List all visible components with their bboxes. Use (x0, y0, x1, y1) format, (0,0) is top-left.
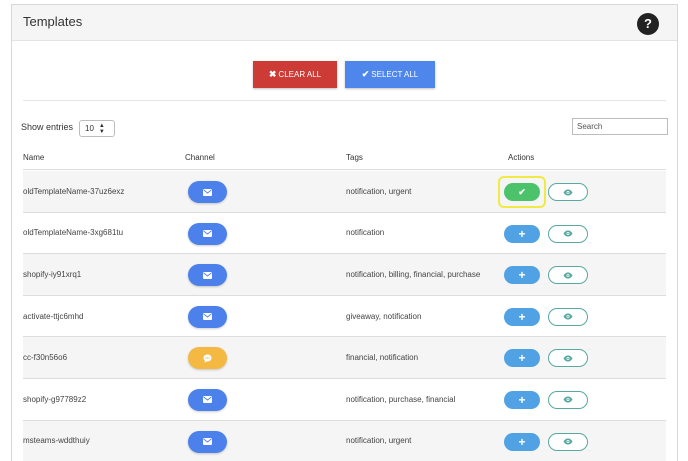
add-button[interactable]: + (504, 224, 540, 243)
column-header-channel[interactable]: Channel (185, 153, 215, 162)
eye-icon (563, 355, 573, 362)
template-name: msteams-wddthuiy (23, 436, 90, 446)
double-check-icon: ✔ (361, 69, 370, 79)
view-button[interactable] (548, 307, 588, 326)
selected-button[interactable]: ✔ (504, 183, 540, 201)
plus-icon: + (518, 268, 526, 283)
email-icon (203, 438, 212, 446)
divider (23, 100, 666, 101)
help-button[interactable]: ? (637, 13, 659, 35)
x-icon: ✖ (268, 69, 277, 79)
entries-value: 10 (85, 124, 94, 133)
table-row: activate-ttjc6mhd giveaway, notification + (23, 296, 666, 338)
channel-button[interactable] (188, 264, 227, 287)
entries-select[interactable]: 10 ▲ ▼ (79, 120, 115, 137)
template-name: shopify-g97789z2 (23, 394, 87, 404)
template-tags: giveaway, notification (346, 311, 422, 321)
eye-icon (563, 230, 573, 237)
table-row: cc-f30n56o6 financial, notification + (23, 337, 666, 379)
plus-icon: + (518, 392, 526, 407)
templates-panel: Templates ? ✖ CLEAR ALL ✔ SELECT ALL Sho… (11, 4, 678, 461)
panel-header: Templates ? (12, 5, 677, 41)
template-name: oldTemplateName-37uz6exz (23, 186, 125, 196)
plus-icon: + (518, 434, 526, 449)
view-button[interactable] (548, 266, 588, 285)
eye-icon (563, 189, 573, 196)
table-body: oldTemplateName-37uz6exz notification, ur… (23, 171, 666, 461)
add-button[interactable]: + (504, 266, 540, 285)
template-name: cc-f30n56o6 (23, 353, 68, 363)
email-icon (203, 313, 212, 321)
chat-icon (203, 354, 212, 363)
template-tags: notification, urgent (346, 436, 412, 446)
clear-all-button[interactable]: ✖ CLEAR ALL (253, 61, 337, 88)
eye-icon (563, 313, 573, 320)
template-name: activate-ttjc6mhd (23, 311, 84, 321)
view-button[interactable] (548, 224, 588, 243)
channel-button[interactable] (188, 222, 227, 245)
view-button[interactable] (548, 432, 588, 451)
email-icon (203, 396, 212, 404)
template-tags: notification, urgent (346, 186, 412, 196)
add-button[interactable]: + (504, 307, 540, 326)
template-tags: notification (346, 228, 385, 238)
table-row: shopify-iy91xrq1 notification, billing, f… (23, 254, 666, 296)
column-header-tags[interactable]: Tags (346, 153, 363, 162)
view-button[interactable] (548, 183, 588, 201)
table-row: msteams-wddthuiy notification, urgent + (23, 420, 666, 461)
column-header-name[interactable]: Name (23, 153, 44, 162)
page-title: Templates (23, 14, 83, 29)
check-icon: ✔ (518, 186, 526, 197)
eye-icon (563, 272, 573, 279)
column-header-actions: Actions (508, 153, 535, 162)
template-tags: notification, purchase, financial (346, 394, 456, 404)
view-button[interactable] (548, 349, 588, 368)
email-icon (203, 188, 212, 196)
template-name: shopify-iy91xrq1 (23, 269, 82, 279)
eye-icon (563, 438, 573, 445)
plus-icon: + (518, 226, 526, 241)
email-icon (203, 230, 212, 238)
add-button[interactable]: + (504, 390, 540, 409)
clear-all-label: CLEAR ALL (278, 70, 322, 79)
table-row: oldTemplateName-37uz6exz notification, ur… (23, 171, 666, 213)
channel-button[interactable] (188, 347, 227, 370)
plus-icon: + (518, 351, 526, 366)
template-tags: financial, notification (346, 353, 419, 363)
select-all-button[interactable]: ✔ SELECT ALL (345, 61, 435, 88)
template-name: oldTemplateName-3xg681tu (23, 228, 124, 238)
table-header: Name Channel Tags Actions (23, 145, 666, 170)
add-button[interactable]: + (504, 432, 540, 451)
plus-icon: + (518, 309, 526, 324)
template-tags: notification, billing, financial, purcha… (346, 269, 481, 279)
channel-button[interactable] (188, 305, 227, 328)
channel-button[interactable] (188, 430, 227, 453)
channel-button[interactable] (188, 181, 227, 203)
table-row: oldTemplateName-3xg681tu notification + (23, 213, 666, 255)
channel-button[interactable] (188, 388, 227, 411)
view-button[interactable] (548, 390, 588, 409)
eye-icon (563, 396, 573, 403)
email-icon (203, 271, 212, 279)
add-button[interactable]: + (504, 349, 540, 368)
show-entries-label: Show entries (21, 122, 74, 132)
select-all-label: SELECT ALL (371, 70, 419, 79)
table-row: shopify-g97789z2 notification, purchase, … (23, 379, 666, 421)
search-input[interactable] (572, 118, 668, 135)
sort-arrows-icon: ▲ ▼ (98, 122, 105, 135)
